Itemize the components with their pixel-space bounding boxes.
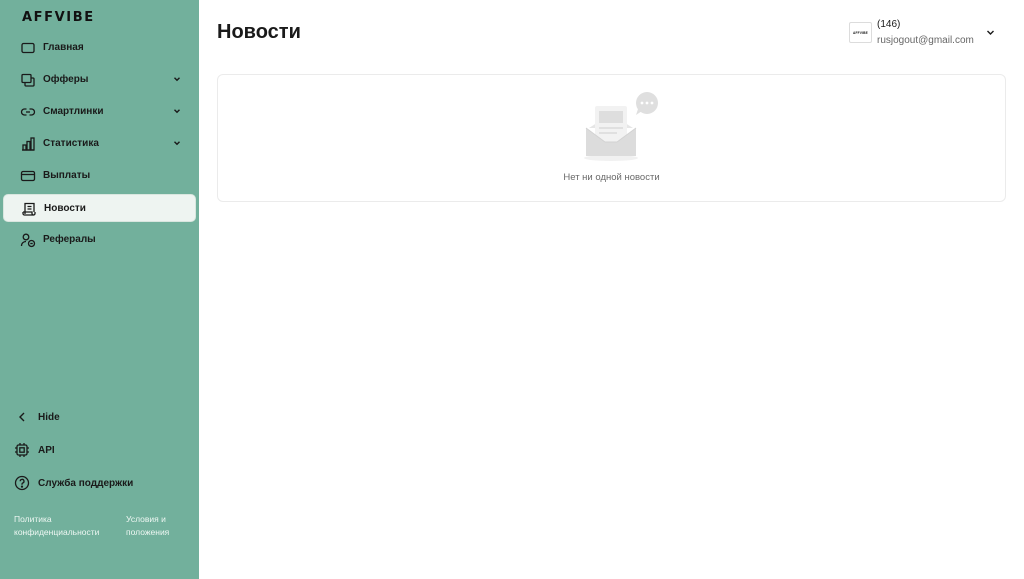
sidebar-item-payouts[interactable]: Выплаты (3, 162, 196, 190)
privacy-policy-link[interactable]: Политика конфиденциальности (14, 513, 119, 539)
sidebar-item-label: Новости (44, 203, 86, 214)
help-circle-icon (14, 475, 30, 491)
api-link[interactable]: API (0, 437, 199, 463)
chevron-left-icon (14, 409, 30, 425)
sidebar-bottom: Hide API Служба поддержки (0, 404, 199, 503)
chevron-down-icon[interactable] (172, 106, 182, 116)
chip-icon (14, 442, 30, 458)
empty-inbox-icon (583, 92, 658, 164)
hide-sidebar-button[interactable]: Hide (0, 404, 199, 430)
terms-link[interactable]: Условия и положения (126, 513, 191, 539)
user-avatar: AFFVIBE (849, 22, 872, 43)
sidebar-item-statistics[interactable]: Статистика (3, 130, 196, 158)
receipt-icon (21, 201, 37, 217)
link-icon (20, 104, 36, 120)
sidebar-item-label: Статистика (43, 138, 99, 149)
empty-state-text: Нет ни одной новости (563, 172, 660, 183)
sidebar-item-news[interactable]: Новости (3, 194, 196, 222)
chevron-down-icon[interactable] (985, 27, 996, 38)
user-menu[interactable]: AFFVIBE (146) rusjogout@gmail.com (849, 18, 1009, 50)
credit-card-icon (20, 168, 36, 184)
referral-user-icon (20, 232, 36, 248)
chevron-down-icon[interactable] (172, 138, 182, 148)
api-label: API (38, 445, 55, 456)
page-title: Новости (217, 21, 301, 43)
sidebar-item-label: Смартлинки (43, 106, 104, 117)
sidebar-item-smartlinks[interactable]: Смартлинки (3, 98, 196, 126)
user-email: rusjogout@gmail.com (877, 35, 974, 46)
sidebar: AFFVIBE Главная Офферы Смартлинки Статис… (0, 0, 199, 579)
hide-label: Hide (38, 412, 60, 423)
sidebar-item-label: Офферы (43, 74, 89, 85)
chevron-down-icon[interactable] (172, 74, 182, 84)
news-list-card: Нет ни одной новости (217, 74, 1006, 202)
sidebar-item-referrals[interactable]: Рефералы (3, 226, 196, 254)
sidebar-item-label: Выплаты (43, 170, 91, 181)
sidebar-item-home[interactable]: Главная (3, 34, 196, 62)
support-link[interactable]: Служба поддержки (0, 470, 199, 496)
brand-logo[interactable]: AFFVIBE (22, 10, 95, 25)
support-label: Служба поддержки (38, 478, 134, 489)
sidebar-item-label: Рефералы (43, 234, 96, 245)
square-icon (20, 40, 36, 56)
bar-chart-icon (20, 136, 36, 152)
sidebar-item-label: Главная (43, 42, 84, 53)
avatar-logo-text: AFFVIBE (852, 30, 869, 35)
sidebar-nav: Главная Офферы Смартлинки Статистика Вып… (0, 34, 199, 258)
sidebar-item-offers[interactable]: Офферы (3, 66, 196, 94)
user-balance-count: (146) (877, 19, 901, 30)
stacked-squares-icon (20, 72, 36, 88)
